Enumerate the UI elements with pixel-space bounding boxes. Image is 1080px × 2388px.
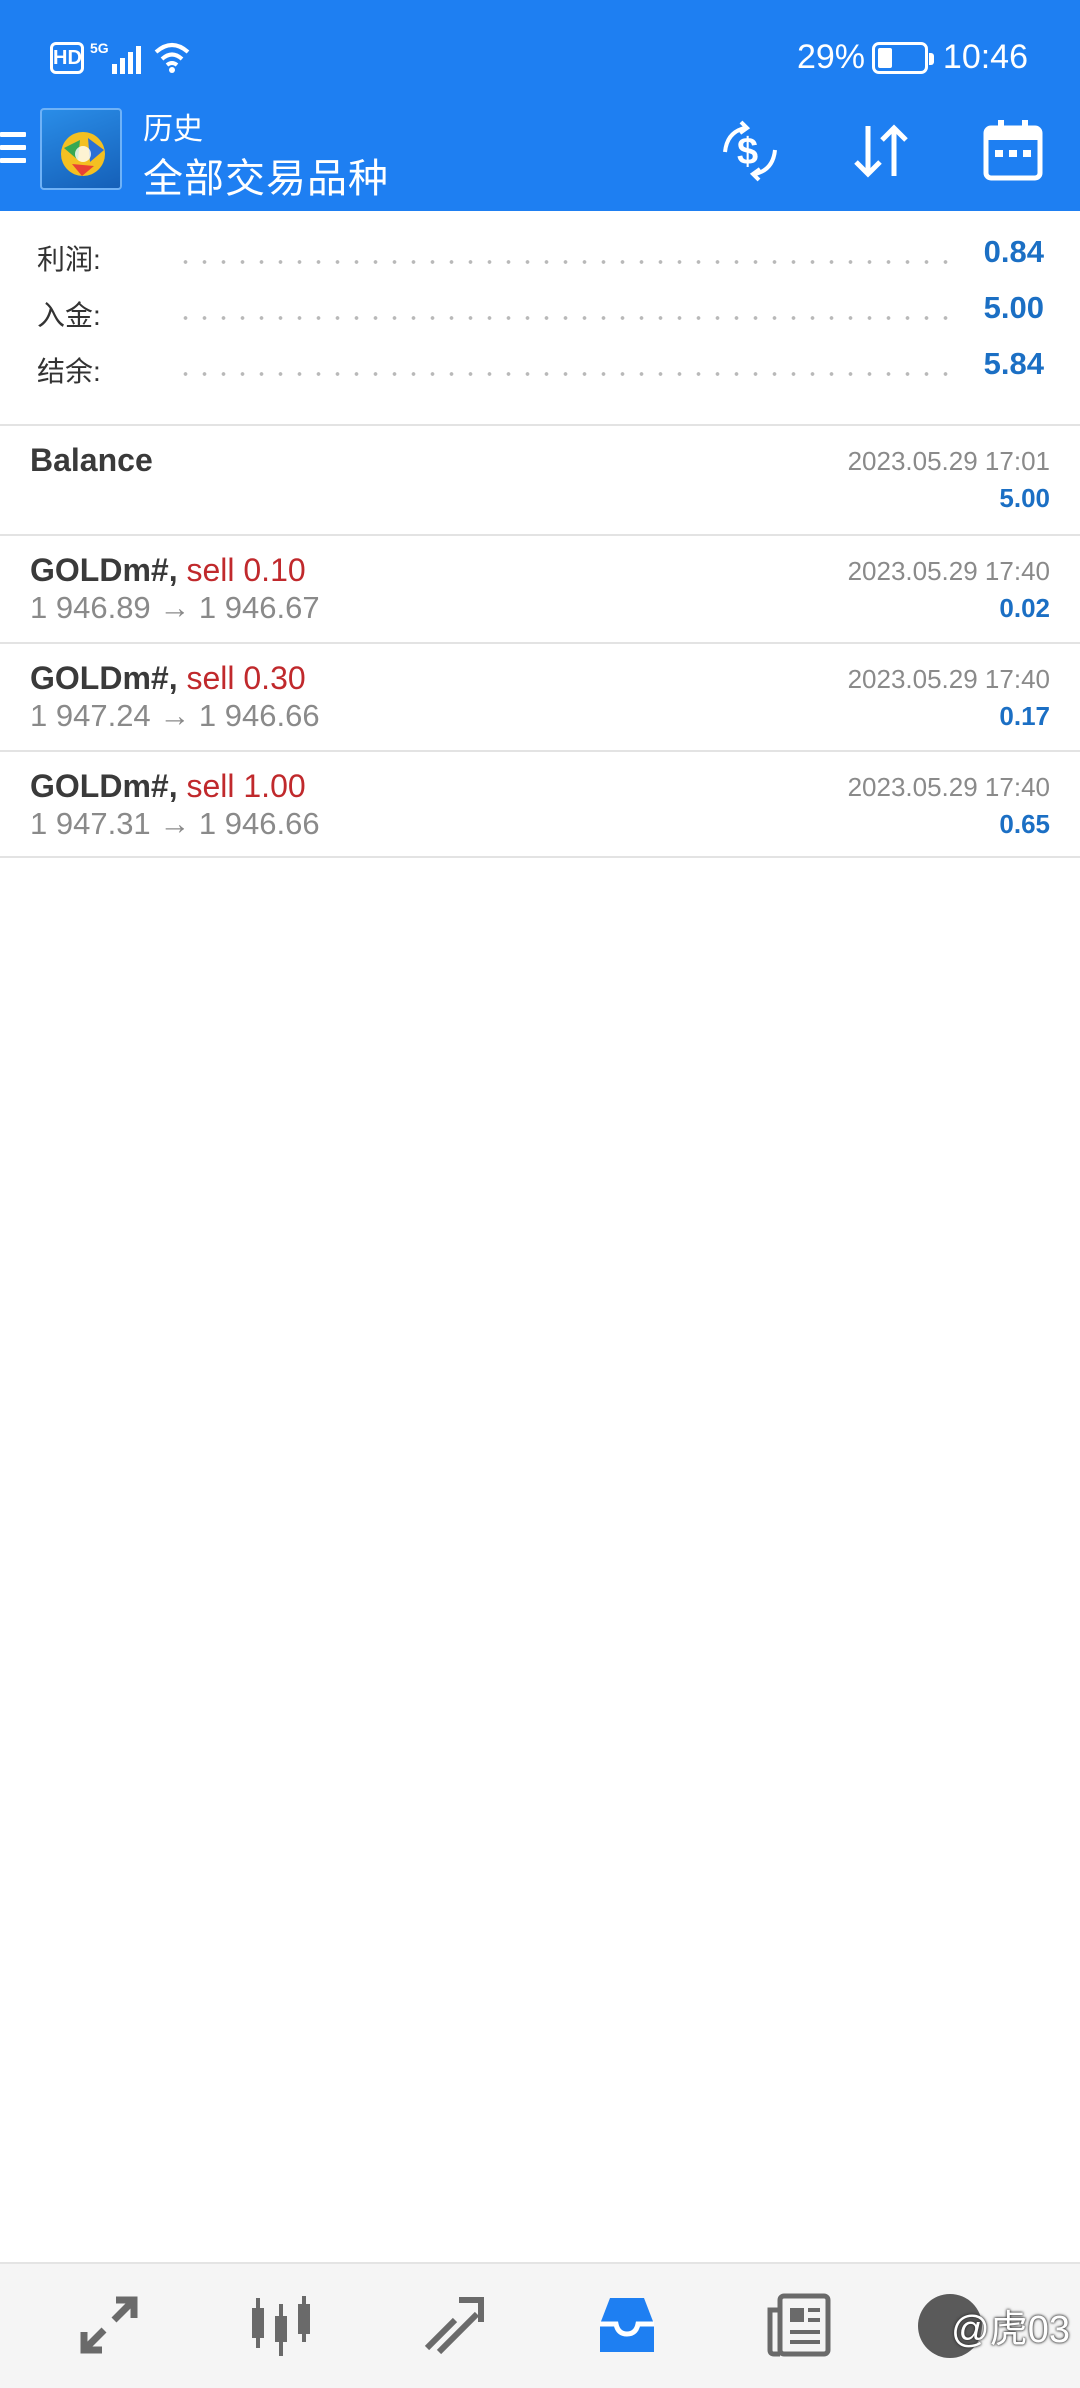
currency-exchange-icon[interactable]: $ [715,116,785,186]
balance-label: Balance [30,442,153,478]
deal-profit: 0.02 [999,593,1050,623]
signal-icon [112,46,141,74]
summary-row-deposit: 入金: 5.00 [0,284,1080,340]
battery-icon [872,42,934,74]
clock: 10:46 [942,38,1028,76]
network-type: 5G [90,40,109,56]
summary-row-profit: 利润: 0.84 [0,228,1080,284]
history-summary: 利润: 0.84 入金: 5.00 结余: 5.84 [0,228,1080,424]
summary-label: 结余: [37,356,101,387]
deal-action: sell 0.10 [186,552,306,588]
deal-prices: 1 946.89 → 1 946.67 [30,590,320,625]
deal-symbol-name: GOLDm#, [30,552,178,588]
wifi-icon [154,43,190,73]
history-icon[interactable] [592,2290,662,2360]
summary-value: 0.84 [983,234,1044,269]
summary-value: 5.00 [983,290,1044,325]
deal-row[interactable]: GOLDm#, sell 0.30 1 947.24 → 1 946.66 20… [0,644,1080,750]
page-title: 历史 [143,113,203,146]
deal-symbol: GOLDm#, sell 1.00 [30,768,306,805]
deal-profit: 0.17 [999,701,1050,731]
deal-action: sell 0.30 [186,660,306,696]
news-icon[interactable] [764,2290,834,2360]
deal-symbol-name: GOLDm#, [30,660,178,696]
deal-time: 2023.05.29 17:40 [847,772,1050,802]
deal-prices: 1 947.24 → 1 946.66 [30,698,320,733]
dot-leader [176,316,960,320]
dot-leader [176,372,960,376]
deal-symbol: GOLDm#, sell 0.10 [30,552,306,589]
toolbar: 历史 全部交易品种 $ [0,100,1080,210]
summary-row-balance: 结余: 5.84 [0,340,1080,396]
app-bar: HD 5G 29% 10:46 历史 全部交易品种 $ [0,0,1080,211]
hd-badge: HD [50,42,84,74]
deal-row[interactable]: GOLDm#, sell 0.10 1 946.89 → 1 946.67 20… [0,536,1080,642]
svg-text:$: $ [737,131,758,173]
bottom-nav: @虎03 [0,2262,1080,2388]
status-bar: HD 5G 29% 10:46 [0,30,1080,90]
deal-prices: 1 947.31 → 1 946.66 [30,806,320,841]
chart-icon[interactable] [246,2290,316,2360]
app-logo[interactable] [40,108,122,190]
deal-time: 2023.05.29 17:01 [847,446,1050,476]
trade-icon[interactable] [419,2290,489,2360]
summary-label: 入金: [37,300,101,331]
summary-label: 利润: [37,244,101,275]
deal-symbol: GOLDm#, sell 0.30 [30,660,306,697]
sort-icon[interactable] [846,116,916,186]
deal-symbol-name: GOLDm#, [30,768,178,804]
deal-action: sell 1.00 [186,768,306,804]
balance-row[interactable]: Balance 2023.05.29 17:01 5.00 [0,426,1080,532]
dot-leader [176,260,960,264]
deal-time: 2023.05.29 17:40 [847,556,1050,586]
deal-row[interactable]: GOLDm#, sell 1.00 1 947.31 → 1 946.66 20… [0,752,1080,858]
deal-profit: 5.00 [999,483,1050,513]
summary-value: 5.84 [983,346,1044,381]
menu-icon[interactable] [0,132,26,168]
watermark: @虎03 [951,2309,1070,2351]
symbol-filter[interactable]: 全部交易品种 [143,146,389,204]
divider [0,856,1080,858]
calendar-icon[interactable] [978,116,1048,186]
deal-time: 2023.05.29 17:40 [847,664,1050,694]
battery-percent: 29% [796,38,865,76]
quotes-icon[interactable] [74,2290,144,2360]
deal-profit: 0.65 [999,809,1050,839]
